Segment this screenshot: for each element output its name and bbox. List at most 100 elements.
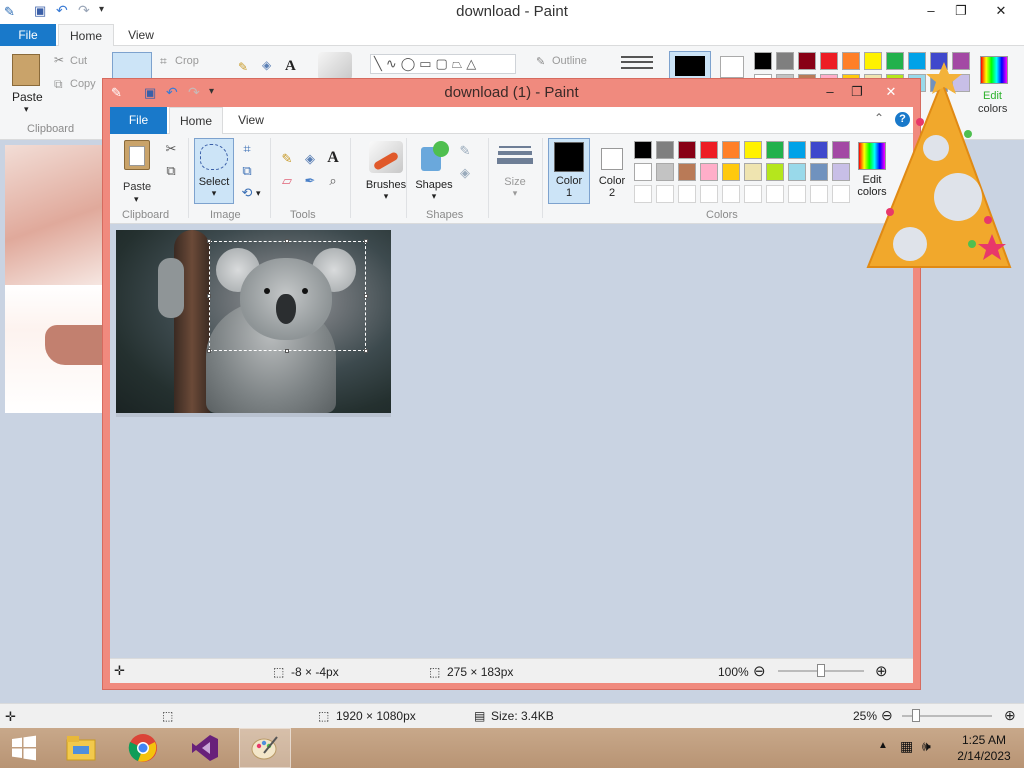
palette-swatch[interactable] bbox=[832, 141, 850, 159]
palette-custom-slot[interactable] bbox=[810, 185, 828, 203]
maximize-button[interactable]: ❐ bbox=[946, 0, 976, 22]
palette-swatch[interactable] bbox=[788, 163, 806, 181]
palette-custom-slot[interactable] bbox=[832, 185, 850, 203]
network-icon[interactable]: ▦ bbox=[900, 738, 913, 755]
cut-icon[interactable]: ✂ bbox=[162, 140, 180, 158]
background-canvas-image[interactable] bbox=[5, 145, 103, 413]
selection-handle[interactable] bbox=[285, 349, 289, 353]
zoom-in-icon[interactable]: ⊕ bbox=[875, 662, 888, 680]
color2-button[interactable]: Color 2 bbox=[592, 138, 632, 204]
palette-swatch[interactable] bbox=[678, 163, 696, 181]
taskbar-file-explorer[interactable] bbox=[57, 728, 105, 768]
show-hidden-icons-icon[interactable]: ▲ bbox=[878, 740, 888, 751]
zoom-in-icon[interactable]: ⊕ bbox=[1004, 707, 1016, 724]
volume-icon[interactable]: 🕪 bbox=[922, 738, 931, 755]
zoom-out-icon[interactable]: ⊖ bbox=[881, 707, 893, 724]
fill-icon[interactable]: ◈ bbox=[262, 58, 271, 72]
fill-icon[interactable]: ◈ bbox=[301, 150, 319, 168]
palette-custom-slot[interactable] bbox=[766, 185, 784, 203]
palette-swatch[interactable] bbox=[842, 52, 860, 70]
copy-button[interactable]: Copy bbox=[70, 78, 96, 90]
close-button[interactable]: ✕ bbox=[986, 0, 1016, 22]
palette-swatch[interactable] bbox=[820, 52, 838, 70]
selection-handle[interactable] bbox=[207, 294, 211, 298]
palette-swatch[interactable] bbox=[766, 163, 784, 181]
palette-swatch[interactable] bbox=[634, 141, 652, 159]
shape-fill-icon[interactable]: ◈ bbox=[456, 164, 474, 182]
palette-swatch[interactable] bbox=[810, 163, 828, 181]
start-button[interactable] bbox=[0, 728, 48, 768]
palette-custom-slot[interactable] bbox=[634, 185, 652, 203]
magnifier-icon[interactable]: ⌕ bbox=[324, 172, 342, 190]
palette-custom-slot[interactable] bbox=[722, 185, 740, 203]
palette-swatch[interactable] bbox=[678, 141, 696, 159]
palette-custom-slot[interactable] bbox=[656, 185, 674, 203]
foreground-title-bar[interactable]: ✎ ▣ ↶ ↷ ▾ download (1) - Paint – ❐ ✕ bbox=[103, 79, 920, 107]
foreground-paint-window[interactable]: ✎ ▣ ↶ ↷ ▾ download (1) - Paint – ❐ ✕ Fil… bbox=[102, 78, 921, 690]
palette-custom-slot[interactable] bbox=[788, 185, 806, 203]
selection-rectangle[interactable] bbox=[209, 241, 366, 351]
palette-swatch[interactable] bbox=[656, 163, 674, 181]
palette-swatch[interactable] bbox=[776, 52, 794, 70]
palette-swatch[interactable] bbox=[744, 141, 762, 159]
size-button[interactable]: Size ▾ bbox=[496, 138, 534, 204]
canvas-image-koala[interactable] bbox=[116, 230, 391, 413]
selection-handle[interactable] bbox=[207, 239, 211, 243]
paste-button[interactable]: Paste bbox=[12, 90, 43, 104]
taskbar-chrome[interactable] bbox=[119, 728, 167, 768]
foreground-canvas-area[interactable] bbox=[110, 224, 913, 658]
selection-handle[interactable] bbox=[364, 239, 368, 243]
palette-swatch[interactable] bbox=[744, 163, 762, 181]
palette-swatch[interactable] bbox=[766, 141, 784, 159]
selection-handle[interactable] bbox=[364, 294, 368, 298]
selection-handle[interactable] bbox=[285, 239, 289, 243]
palette-swatch[interactable] bbox=[722, 141, 740, 159]
palette-custom-slot[interactable] bbox=[700, 185, 718, 203]
selection-handle[interactable] bbox=[207, 349, 211, 353]
zoom-slider-thumb[interactable] bbox=[817, 664, 825, 677]
paste-icon[interactable] bbox=[124, 140, 150, 170]
background-title-bar[interactable]: ✎ ▣ ↶ ↷ ▾ download - Paint – ❐ ✕ bbox=[0, 0, 1024, 24]
color2-button[interactable] bbox=[720, 56, 744, 78]
palette-swatch[interactable] bbox=[722, 163, 740, 181]
palette-swatch[interactable] bbox=[656, 141, 674, 159]
color1-button[interactable] bbox=[669, 51, 711, 79]
copy-icon[interactable]: ⧉ bbox=[162, 162, 180, 180]
rotate-dropdown-icon[interactable]: ▾ bbox=[256, 188, 261, 199]
tab-home[interactable]: Home bbox=[58, 24, 114, 46]
tab-view[interactable]: View bbox=[116, 24, 166, 46]
palette-swatch[interactable] bbox=[700, 141, 718, 159]
palette-custom-slot[interactable] bbox=[678, 185, 696, 203]
paste-icon[interactable] bbox=[12, 54, 40, 86]
paste-dropdown-icon[interactable]: ▾ bbox=[134, 194, 139, 205]
tab-file[interactable]: File bbox=[0, 24, 56, 46]
minimize-button[interactable]: – bbox=[916, 0, 946, 22]
text-tool-icon[interactable]: A bbox=[324, 149, 342, 167]
taskbar-visual-studio[interactable] bbox=[181, 728, 229, 768]
crop-icon[interactable]: ⌗ bbox=[238, 140, 256, 158]
minimize-button[interactable]: – bbox=[815, 81, 845, 103]
tab-view[interactable]: View bbox=[226, 107, 276, 134]
palette-swatch[interactable] bbox=[634, 163, 652, 181]
palette-swatch[interactable] bbox=[798, 52, 816, 70]
zoom-slider-thumb[interactable] bbox=[912, 709, 920, 722]
paste-button[interactable]: Paste bbox=[123, 181, 151, 193]
color-picker-icon[interactable]: ✒ bbox=[301, 172, 319, 190]
outline-button[interactable]: Outline bbox=[552, 55, 587, 67]
tab-home[interactable]: Home bbox=[169, 107, 223, 134]
zoom-out-icon[interactable]: ⊖ bbox=[753, 662, 766, 680]
shapes-gallery[interactable]: ╲∿◯▭▢⏢△ bbox=[370, 54, 516, 74]
brushes-icon[interactable] bbox=[318, 52, 352, 80]
clock[interactable]: 1:25 AM 2/14/2023 bbox=[948, 733, 1020, 763]
palette-swatch[interactable] bbox=[700, 163, 718, 181]
rotate-icon[interactable]: ⟲ bbox=[238, 184, 256, 202]
palette-swatch[interactable] bbox=[810, 141, 828, 159]
eraser-icon[interactable]: ▱ bbox=[278, 172, 296, 190]
outline-icon[interactable]: ✎ bbox=[456, 142, 474, 160]
palette-swatch[interactable] bbox=[788, 141, 806, 159]
size-icon[interactable] bbox=[621, 56, 653, 58]
selection-handle[interactable] bbox=[364, 349, 368, 353]
color1-button[interactable]: Color 1 bbox=[548, 138, 590, 204]
palette-swatch[interactable] bbox=[754, 52, 772, 70]
taskbar-paint[interactable] bbox=[239, 728, 291, 768]
